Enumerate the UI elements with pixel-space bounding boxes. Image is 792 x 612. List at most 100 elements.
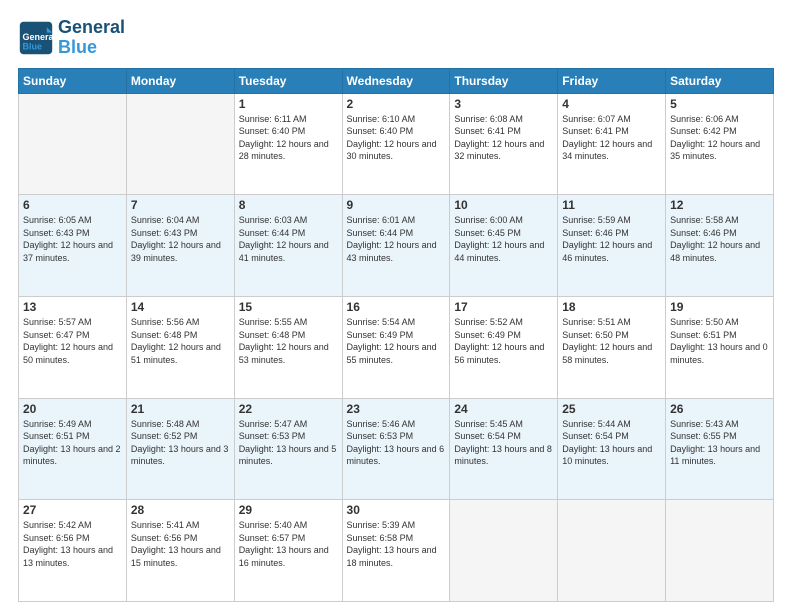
day-cell: 22Sunrise: 5:47 AM Sunset: 6:53 PM Dayli…: [234, 398, 342, 500]
day-number: 6: [23, 198, 122, 212]
col-friday: Friday: [558, 68, 666, 93]
day-cell: 19 Sunrise: 5:50 AM Sunset: 6:51 PM Dayli…: [666, 296, 774, 398]
day-detail: Sunrise: 5:39 AM Sunset: 6:58 PM Dayligh…: [347, 519, 446, 569]
col-tuesday: Tuesday: [234, 68, 342, 93]
day-cell: 24 Sunrise: 5:45 AM Sunset: 6:54 PM Dayli…: [450, 398, 558, 500]
day-cell: 9 Sunrise: 6:01 AM Sunset: 6:44 PM Daylig…: [342, 195, 450, 297]
day-cell: 1 Sunrise: 6:11 AM Sunset: 6:40 PM Daylig…: [234, 93, 342, 195]
day-detail: Sunrise: 6:08 AM Sunset: 6:41 PM Dayligh…: [454, 113, 553, 163]
page: General Blue General Blue Sunday Monday …: [0, 0, 792, 612]
day-cell: 30Sunrise: 5:39 AM Sunset: 6:58 PM Dayli…: [342, 500, 450, 602]
day-number: 9: [347, 198, 446, 212]
day-cell: 3 Sunrise: 6:08 AM Sunset: 6:41 PM Daylig…: [450, 93, 558, 195]
day-cell: 18Sunrise: 5:51 AM Sunset: 6:50 PM Dayli…: [558, 296, 666, 398]
day-cell: 14 Sunrise: 5:56 AM Sunset: 6:48 PM Dayli…: [126, 296, 234, 398]
day-number: 7: [131, 198, 230, 212]
day-detail: Sunrise: 5:52 AM Sunset: 6:49 PM Dayligh…: [454, 316, 553, 366]
day-detail: Sunrise: 5:42 AM Sunset: 6:56 PM Dayligh…: [23, 519, 122, 569]
day-cell: 29Sunrise: 5:40 AM Sunset: 6:57 PM Dayli…: [234, 500, 342, 602]
day-cell: 28 Sunrise: 5:41 AM Sunset: 6:56 PM Dayli…: [126, 500, 234, 602]
day-number: 14: [131, 300, 230, 314]
day-cell: 2 Sunrise: 6:10 AM Sunset: 6:40 PM Daylig…: [342, 93, 450, 195]
day-cell: 10 Sunrise: 6:00 AM Sunset: 6:45 PM Dayli…: [450, 195, 558, 297]
week-row-2: 6 Sunrise: 6:05 AM Sunset: 6:43 PM Daylig…: [19, 195, 774, 297]
header: General Blue General Blue: [18, 18, 774, 58]
day-cell: 20Sunrise: 5:49 AM Sunset: 6:51 PM Dayli…: [19, 398, 127, 500]
day-number: 1: [239, 97, 338, 111]
day-number: 11: [562, 198, 661, 212]
day-detail: Sunrise: 6:03 AM Sunset: 6:44 PM Dayligh…: [239, 214, 338, 264]
calendar-table: Sunday Monday Tuesday Wednesday Thursday…: [18, 68, 774, 602]
day-detail: Sunrise: 5:56 AM Sunset: 6:48 PM Dayligh…: [131, 316, 230, 366]
day-detail: Sunrise: 5:47 AM Sunset: 6:53 PM Dayligh…: [239, 418, 338, 468]
day-detail: Sunrise: 6:04 AM Sunset: 6:43 PM Dayligh…: [131, 214, 230, 264]
day-cell: 15Sunrise: 5:55 AM Sunset: 6:48 PM Dayli…: [234, 296, 342, 398]
col-monday: Monday: [126, 68, 234, 93]
week-row-3: 13 Sunrise: 5:57 AM Sunset: 6:47 PM Dayli…: [19, 296, 774, 398]
day-detail: Sunrise: 6:06 AM Sunset: 6:42 PM Dayligh…: [670, 113, 769, 163]
day-cell: [450, 500, 558, 602]
day-detail: Sunrise: 5:49 AM Sunset: 6:51 PM Dayligh…: [23, 418, 122, 468]
week-row-1: 1 Sunrise: 6:11 AM Sunset: 6:40 PM Daylig…: [19, 93, 774, 195]
day-number: 13: [23, 300, 122, 314]
day-number: 29: [239, 503, 338, 517]
day-cell: 21 Sunrise: 5:48 AM Sunset: 6:52 PM Dayli…: [126, 398, 234, 500]
day-detail: Sunrise: 5:54 AM Sunset: 6:49 PM Dayligh…: [347, 316, 446, 366]
day-detail: Sunrise: 6:07 AM Sunset: 6:41 PM Dayligh…: [562, 113, 661, 163]
day-number: 15: [239, 300, 338, 314]
logo-text-blue: Blue: [58, 38, 125, 58]
day-number: 8: [239, 198, 338, 212]
day-number: 27: [23, 503, 122, 517]
day-detail: Sunrise: 5:43 AM Sunset: 6:55 PM Dayligh…: [670, 418, 769, 468]
col-wednesday: Wednesday: [342, 68, 450, 93]
day-number: 5: [670, 97, 769, 111]
day-cell: 13 Sunrise: 5:57 AM Sunset: 6:47 PM Dayli…: [19, 296, 127, 398]
day-detail: Sunrise: 6:05 AM Sunset: 6:43 PM Dayligh…: [23, 214, 122, 264]
day-number: 18: [562, 300, 661, 314]
day-number: 21: [131, 402, 230, 416]
day-detail: Sunrise: 5:48 AM Sunset: 6:52 PM Dayligh…: [131, 418, 230, 468]
day-number: 24: [454, 402, 553, 416]
week-row-4: 20Sunrise: 5:49 AM Sunset: 6:51 PM Dayli…: [19, 398, 774, 500]
day-cell: 4 Sunrise: 6:07 AM Sunset: 6:41 PM Daylig…: [558, 93, 666, 195]
day-cell: 26Sunrise: 5:43 AM Sunset: 6:55 PM Dayli…: [666, 398, 774, 500]
day-cell: 12 Sunrise: 5:58 AM Sunset: 6:46 PM Dayli…: [666, 195, 774, 297]
day-number: 23: [347, 402, 446, 416]
day-number: 19: [670, 300, 769, 314]
day-number: 25: [562, 402, 661, 416]
day-detail: Sunrise: 6:10 AM Sunset: 6:40 PM Dayligh…: [347, 113, 446, 163]
day-cell: 6 Sunrise: 6:05 AM Sunset: 6:43 PM Daylig…: [19, 195, 127, 297]
day-detail: Sunrise: 5:50 AM Sunset: 6:51 PM Dayligh…: [670, 316, 769, 366]
svg-text:Blue: Blue: [23, 41, 43, 51]
day-detail: Sunrise: 5:57 AM Sunset: 6:47 PM Dayligh…: [23, 316, 122, 366]
day-detail: Sunrise: 5:45 AM Sunset: 6:54 PM Dayligh…: [454, 418, 553, 468]
day-number: 10: [454, 198, 553, 212]
day-cell: 25Sunrise: 5:44 AM Sunset: 6:54 PM Dayli…: [558, 398, 666, 500]
logo-text-general: General: [58, 18, 125, 38]
day-cell: 27 Sunrise: 5:42 AM Sunset: 6:56 PM Dayli…: [19, 500, 127, 602]
day-cell: [126, 93, 234, 195]
day-detail: Sunrise: 5:59 AM Sunset: 6:46 PM Dayligh…: [562, 214, 661, 264]
week-row-5: 27 Sunrise: 5:42 AM Sunset: 6:56 PM Dayli…: [19, 500, 774, 602]
day-cell: 5 Sunrise: 6:06 AM Sunset: 6:42 PM Daylig…: [666, 93, 774, 195]
day-number: 16: [347, 300, 446, 314]
day-cell: 8 Sunrise: 6:03 AM Sunset: 6:44 PM Daylig…: [234, 195, 342, 297]
day-number: 3: [454, 97, 553, 111]
day-number: 28: [131, 503, 230, 517]
day-number: 17: [454, 300, 553, 314]
day-cell: [558, 500, 666, 602]
day-cell: 11 Sunrise: 5:59 AM Sunset: 6:46 PM Dayli…: [558, 195, 666, 297]
day-number: 2: [347, 97, 446, 111]
day-detail: Sunrise: 6:01 AM Sunset: 6:44 PM Dayligh…: [347, 214, 446, 264]
day-detail: Sunrise: 5:58 AM Sunset: 6:46 PM Dayligh…: [670, 214, 769, 264]
day-detail: Sunrise: 6:11 AM Sunset: 6:40 PM Dayligh…: [239, 113, 338, 163]
day-detail: Sunrise: 5:46 AM Sunset: 6:53 PM Dayligh…: [347, 418, 446, 468]
day-cell: [19, 93, 127, 195]
logo-icon: General Blue: [18, 20, 54, 56]
day-cell: 17 Sunrise: 5:52 AM Sunset: 6:49 PM Dayli…: [450, 296, 558, 398]
day-detail: Sunrise: 5:41 AM Sunset: 6:56 PM Dayligh…: [131, 519, 230, 569]
day-number: 4: [562, 97, 661, 111]
day-detail: Sunrise: 6:00 AM Sunset: 6:45 PM Dayligh…: [454, 214, 553, 264]
day-number: 12: [670, 198, 769, 212]
logo: General Blue General Blue: [18, 18, 125, 58]
